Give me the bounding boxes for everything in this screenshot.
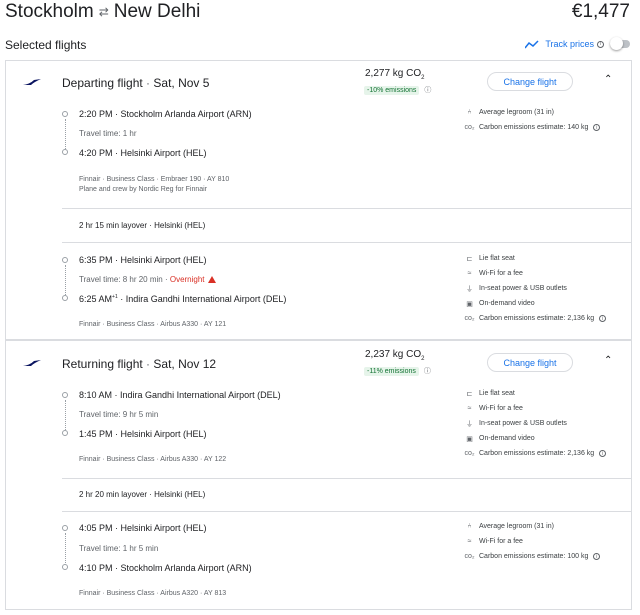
departing-title: Departing flight · Sat, Nov 5 [62, 76, 210, 90]
amenity-carbon: co₂ Carbon emissions estimate: 140 kg i [464, 122, 601, 133]
returning-change-flight-button[interactable]: Change flight [487, 353, 573, 372]
departing-co2: 2,277 kg CO2 [365, 68, 425, 81]
returning-co2: 2,237 kg CO2 [365, 349, 425, 362]
dep-leg1-operated: Plane and crew by Nordic Reg for Finnair [79, 186, 208, 193]
warning-icon [207, 276, 216, 283]
total-price: €1,477 [571, 1, 630, 22]
arrival-dot [62, 149, 68, 155]
amenity-lie-flat: ⊏ Lie flat seat [464, 388, 606, 399]
returning-emissions-badge: -11% emissions [364, 366, 419, 376]
dep-leg2-departure: 6:35 PM · Helsinki Airport (HEL) [79, 255, 207, 265]
origin-city: Stockholm [5, 1, 94, 22]
co2-icon: co₂ [464, 553, 475, 560]
destination-city: New Delhi [113, 1, 201, 22]
departure-dot [62, 111, 68, 117]
amenity-video: ▣ On-demand video [464, 298, 606, 309]
info-icon[interactable]: ⓘ [424, 366, 431, 376]
video-icon: ▣ [466, 300, 473, 308]
finnair-logo-icon [23, 79, 41, 85]
info-icon[interactable]: i [597, 40, 604, 48]
amenity-wifi: ≈ Wi-Fi for a fee [464, 268, 606, 279]
co2-icon: co₂ [464, 315, 475, 322]
trend-line-icon [525, 39, 539, 48]
departing-layover: 2 hr 15 min layover · Helsinki (HEL) [79, 221, 206, 230]
amenity-power: ⏚ In-seat power & USB outlets [466, 420, 567, 428]
amenity-legroom: ⑃ Average legroom (31 in) [464, 521, 600, 532]
selected-flights-label: Selected flights [5, 38, 87, 52]
dep-leg2-travel-time: Travel time: 8 hr 20 min · Overnight [79, 275, 216, 284]
co2-icon: co₂ [464, 124, 475, 131]
info-icon[interactable]: i [593, 124, 601, 131]
departing-date: Sat, Nov 5 [153, 76, 210, 90]
swap-arrows-icon: ⇄ [98, 5, 109, 19]
departing-flight-card: Departing flight · Sat, Nov 5 2,277 kg C… [5, 60, 632, 340]
overnight-label: Overnight [169, 275, 205, 284]
lie-flat-seat-icon: ⊏ [466, 255, 473, 263]
departure-dot [62, 525, 68, 531]
ret-leg2-details: Finnair · Business Class · Airbus A320 ·… [79, 590, 227, 597]
returning-title: Returning flight · Sat, Nov 12 [62, 357, 217, 371]
wifi-icon: ≈ [467, 538, 472, 545]
video-icon: ▣ [466, 435, 473, 443]
wifi-icon: ≈ [467, 405, 472, 412]
dep-leg1-travel-time: Travel time: 1 hr [79, 129, 137, 138]
amenity-legroom: ⑃ Average legroom (31 in) [464, 107, 600, 118]
ret-leg2-departure: 4:05 PM · Helsinki Airport (HEL) [79, 523, 207, 533]
amenity-carbon: co₂ Carbon emissions estimate: 2,136 kg i [464, 448, 607, 459]
amenity-wifi: ≈ Wi-Fi for a fee [464, 536, 600, 547]
route-title: Stockholm ⇄ New Delhi [5, 0, 200, 24]
finnair-logo-icon [23, 360, 41, 366]
amenity-lie-flat: ⊏ Lie flat seat [464, 253, 606, 264]
dep-leg1-arrival: 4:20 PM · Helsinki Airport (HEL) [79, 148, 207, 158]
departure-dot [62, 257, 68, 263]
info-icon[interactable]: ⓘ [424, 85, 431, 95]
power-plug-icon: ⏚ [466, 285, 473, 293]
arrival-dot [62, 564, 68, 570]
wifi-icon: ≈ [467, 270, 472, 277]
info-icon[interactable]: i [599, 450, 607, 457]
power-plug-icon: ⏚ [466, 420, 473, 428]
returning-flight-card: Returning flight · Sat, Nov 12 2,237 kg … [5, 340, 632, 610]
amenity-video: ▣ On-demand video [464, 433, 606, 444]
track-prices-label: Track prices [545, 39, 594, 49]
lie-flat-seat-icon: ⊏ [466, 390, 473, 398]
info-icon[interactable]: i [593, 553, 601, 560]
track-prices-toggle[interactable] [610, 37, 630, 50]
track-prices[interactable]: Track prices i [525, 37, 630, 51]
collapse-chevron-icon[interactable]: ⌃ [604, 355, 612, 366]
info-icon[interactable]: i [599, 315, 607, 322]
dep-leg1-details: Finnair · Business Class · Embraer 190 ·… [79, 176, 230, 183]
ret-leg1-arrival: 1:45 PM · Helsinki Airport (HEL) [79, 429, 207, 439]
ret-leg2-travel-time: Travel time: 1 hr 5 min [79, 544, 159, 553]
amenity-carbon: co₂ Carbon emissions estimate: 100 kg i [464, 551, 601, 562]
departure-dot [62, 392, 68, 398]
seat-icon: ⑃ [467, 109, 472, 116]
departing-change-flight-button[interactable]: Change flight [487, 72, 573, 91]
collapse-chevron-icon[interactable]: ⌃ [604, 74, 612, 85]
ret-leg1-departure: 8:10 AM · Indira Gandhi International Ai… [79, 390, 281, 400]
returning-layover: 2 hr 20 min layover · Helsinki (HEL) [79, 490, 206, 499]
arrival-dot [62, 295, 68, 301]
dep-leg1-departure: 2:20 PM · Stockholm Arlanda Airport (ARN… [79, 109, 252, 119]
seat-icon: ⑃ [467, 523, 472, 530]
returning-date: Sat, Nov 12 [153, 357, 217, 371]
amenity-carbon: co₂ Carbon emissions estimate: 2,136 kg i [464, 313, 607, 324]
dep-leg2-details: Finnair · Business Class · Airbus A330 ·… [79, 321, 227, 328]
dep-leg2-arrival: 6:25 AM+1 · Indira Gandhi International … [79, 294, 287, 304]
amenity-power: ⏚ In-seat power & USB outlets [466, 285, 567, 293]
arrival-dot [62, 430, 68, 436]
ret-leg1-details: Finnair · Business Class · Airbus A330 ·… [79, 456, 227, 463]
departing-emissions-badge: -10% emissions [364, 85, 420, 95]
amenity-wifi: ≈ Wi-Fi for a fee [464, 403, 606, 414]
ret-leg1-travel-time: Travel time: 9 hr 5 min [79, 410, 159, 419]
ret-leg2-arrival: 4:10 PM · Stockholm Arlanda Airport (ARN… [79, 563, 252, 573]
co2-icon: co₂ [464, 450, 475, 457]
